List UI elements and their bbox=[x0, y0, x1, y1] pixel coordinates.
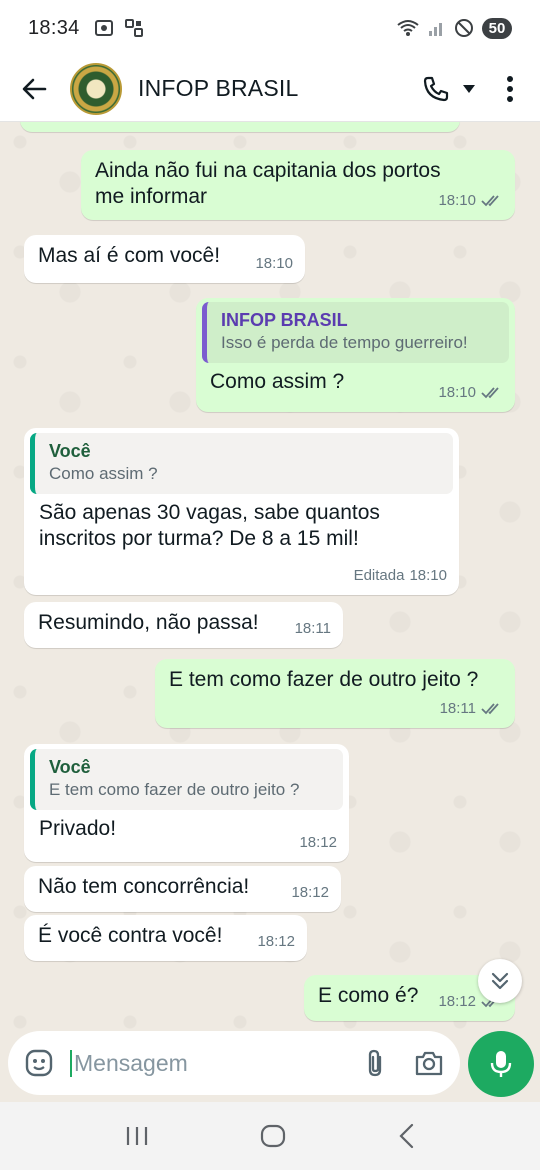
caret-down-icon bbox=[463, 84, 475, 93]
quote-author: INFOP BRASIL bbox=[221, 310, 348, 330]
message-time: 18:11 bbox=[294, 620, 331, 637]
battery-indicator: 50 bbox=[482, 17, 512, 39]
sticker-icon[interactable] bbox=[24, 1048, 54, 1078]
voice-message-button[interactable] bbox=[468, 1031, 534, 1097]
quote-author: Você bbox=[49, 441, 91, 461]
camera-icon[interactable] bbox=[414, 1049, 444, 1077]
paperclip-icon[interactable] bbox=[364, 1048, 386, 1078]
recent-apps-icon[interactable] bbox=[125, 1125, 149, 1147]
status-time: 18:34 bbox=[28, 16, 80, 39]
chat-header: INFOP BRASIL bbox=[0, 56, 540, 122]
message-time: 18:10 bbox=[255, 255, 293, 272]
call-button[interactable] bbox=[418, 69, 480, 109]
contact-name[interactable]: INFOP BRASIL bbox=[138, 75, 298, 102]
quote-author: Você bbox=[49, 757, 91, 777]
system-navigation-bar bbox=[0, 1102, 540, 1170]
message-bubble-incoming[interactable]: É você contra você! 18:12 bbox=[24, 915, 307, 961]
message-time: 18:10 bbox=[438, 384, 476, 401]
double-check-icon bbox=[481, 195, 499, 207]
message-text: E tem como fazer de outro jeito ? bbox=[169, 668, 479, 691]
message-bubble-incoming[interactable]: Resumindo, não passa! 18:11 bbox=[24, 602, 343, 648]
edited-label: Editada bbox=[353, 567, 405, 584]
double-chevron-down-icon bbox=[491, 972, 509, 990]
arrow-left-icon bbox=[22, 78, 47, 99]
message-time: 18:12 bbox=[299, 834, 337, 851]
message-bubble-incoming[interactable]: Não tem concorrência! 18:12 bbox=[24, 866, 341, 912]
quote-text: E tem como fazer de outro jeito ? bbox=[49, 780, 300, 799]
message-time: 18:12 bbox=[257, 933, 295, 950]
scroll-to-bottom-button[interactable] bbox=[478, 959, 522, 1003]
message-time: 18:10 bbox=[438, 192, 476, 209]
message-time: 18:12 bbox=[291, 884, 329, 901]
message-bubble-outgoing[interactable]: E tem como fazer de outro jeito ? 18:11 bbox=[155, 659, 515, 728]
double-check-icon bbox=[481, 703, 499, 715]
quoted-message[interactable]: INFOP BRASIL Isso é perda de tempo guerr… bbox=[202, 302, 509, 363]
contact-avatar[interactable] bbox=[70, 62, 122, 115]
message-text: Resumindo, não passa! bbox=[38, 611, 259, 634]
message-text: Não tem concorrência! bbox=[38, 875, 250, 898]
quote-text: Como assim ? bbox=[49, 464, 158, 483]
message-text: É você contra você! bbox=[38, 924, 223, 947]
microphone-icon bbox=[490, 1051, 512, 1077]
quote-text: Isso é perda de tempo guerreiro! bbox=[221, 333, 468, 352]
message-time: 18:12 bbox=[438, 993, 476, 1010]
back-nav-icon[interactable] bbox=[397, 1123, 415, 1149]
status-bar: 18:34 50 bbox=[0, 0, 540, 56]
quoted-message[interactable]: Você E tem como fazer de outro jeito ? bbox=[30, 749, 343, 810]
screenshot-icon bbox=[94, 20, 113, 36]
double-check-icon bbox=[481, 387, 499, 399]
wifi-icon bbox=[397, 20, 419, 36]
message-bubble-outgoing[interactable]: INFOP BRASIL Isso é perda de tempo guerr… bbox=[196, 298, 515, 412]
signal-icon bbox=[429, 23, 442, 36]
more-vertical-icon bbox=[507, 75, 513, 102]
message-bubble-incoming[interactable]: Você E tem como fazer de outro jeito ? P… bbox=[24, 744, 349, 862]
message-text: Privado! bbox=[39, 817, 117, 840]
chat-area[interactable]: Ainda não fui na capitania dos portos me… bbox=[0, 122, 540, 1030]
message-bubble-outgoing[interactable] bbox=[20, 122, 460, 132]
phone-icon bbox=[423, 76, 449, 101]
link-icon bbox=[124, 19, 143, 37]
quoted-message[interactable]: Você Como assim ? bbox=[30, 433, 453, 494]
message-composer bbox=[8, 1031, 460, 1095]
back-button[interactable] bbox=[14, 69, 54, 109]
do-not-disturb-icon bbox=[455, 19, 473, 37]
more-options-button[interactable] bbox=[494, 69, 526, 109]
message-time: 18:11 bbox=[439, 700, 476, 717]
message-bubble-outgoing[interactable]: Ainda não fui na capitania dos portos me… bbox=[81, 150, 515, 220]
message-text: São apenas 30 vagas, sabe quantos inscri… bbox=[39, 501, 380, 550]
message-bubble-incoming[interactable]: Você Como assim ? São apenas 30 vagas, s… bbox=[24, 428, 459, 595]
home-icon[interactable] bbox=[260, 1123, 286, 1149]
message-time: 18:10 bbox=[409, 567, 447, 584]
message-bubble-incoming[interactable]: Mas aí é com você! 18:10 bbox=[24, 235, 305, 283]
message-text: Ainda não fui na capitania dos portos me… bbox=[95, 159, 441, 208]
message-input[interactable] bbox=[70, 1049, 320, 1077]
